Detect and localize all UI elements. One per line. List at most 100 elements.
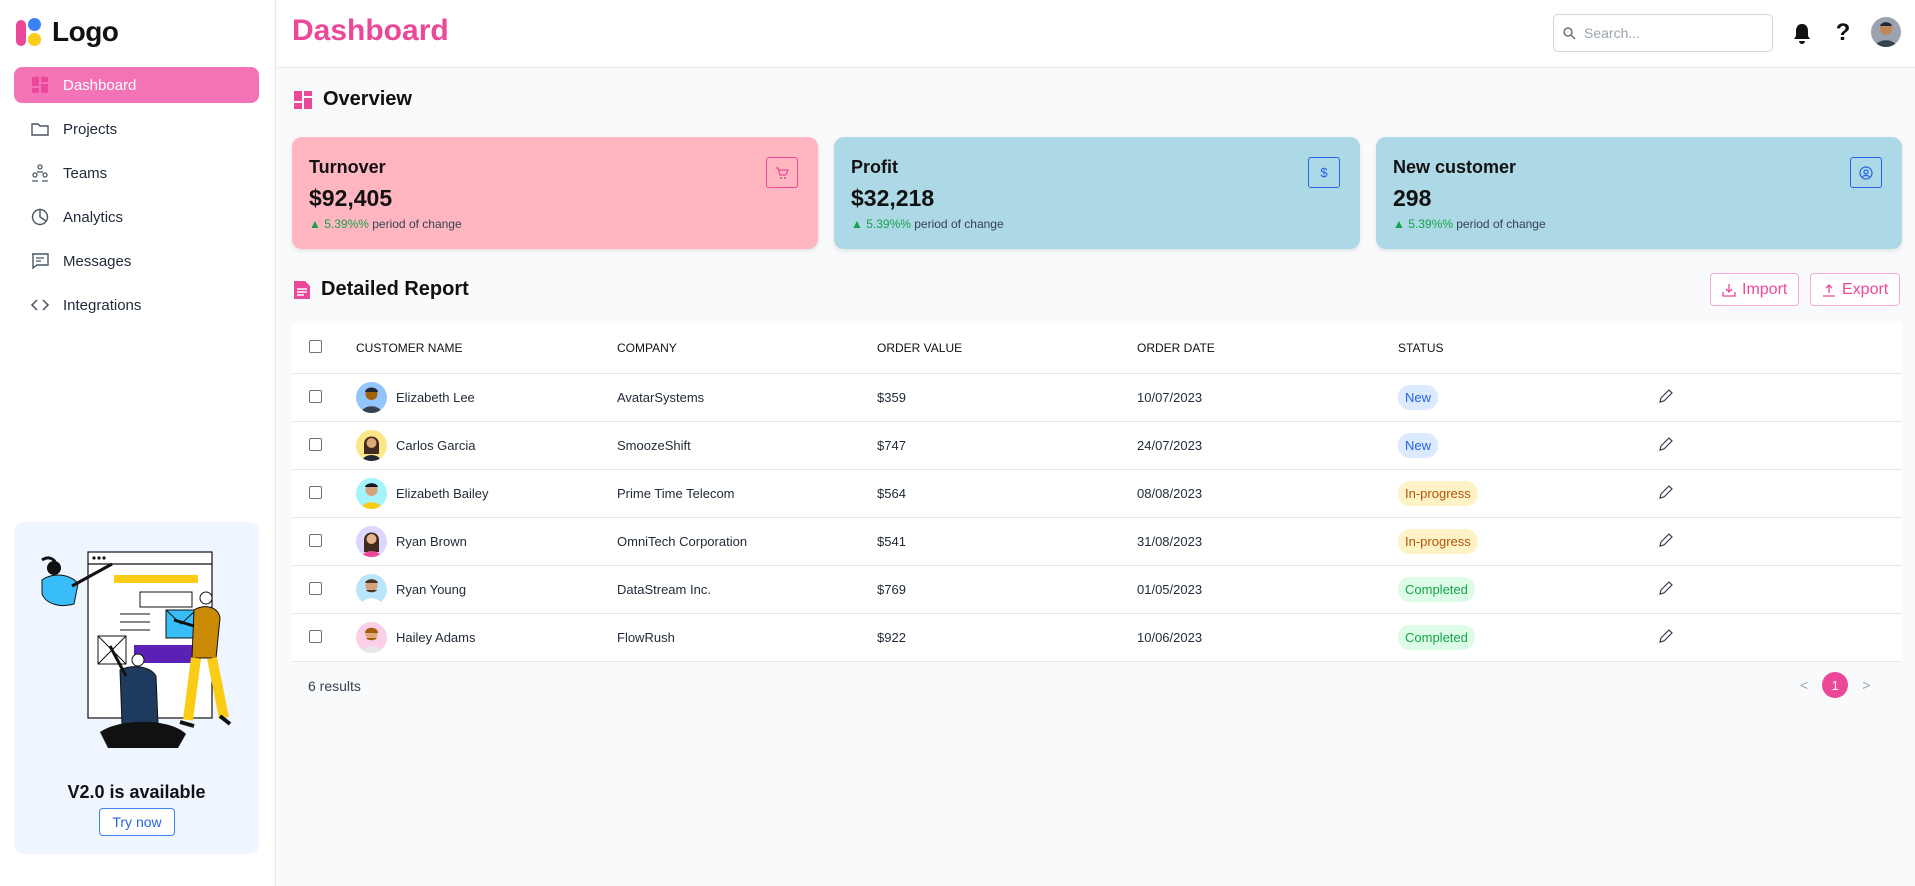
edit-button[interactable] (1658, 388, 1698, 407)
import-label: Import (1742, 280, 1788, 298)
col-status[interactable]: Status (1398, 341, 1658, 355)
import-icon (1722, 283, 1736, 297)
document-icon (294, 280, 310, 299)
search-icon (1563, 27, 1576, 40)
customer-name: Elizabeth Bailey (396, 486, 489, 501)
order-date: 24/07/2023 (1137, 438, 1203, 453)
export-button[interactable]: Export (1810, 273, 1901, 306)
export-icon (1823, 283, 1835, 297)
search-input[interactable] (1584, 25, 1764, 41)
customer-button[interactable] (1850, 157, 1882, 188)
folder-icon (30, 119, 50, 139)
row-checkbox[interactable] (309, 533, 322, 547)
col-customer-name[interactable]: Customer Name (356, 341, 617, 355)
sidebar-item-integrations[interactable]: Integrations (14, 287, 259, 323)
new-customer-card: New customer 298 ▲ 5.39%% period of chan… (1376, 137, 1902, 249)
help-icon: ? (1835, 19, 1851, 46)
next-page-button[interactable]: > (1862, 677, 1870, 693)
sidebar-item-label: Integrations (63, 296, 142, 314)
customer-name: Elizabeth Lee (396, 390, 475, 405)
report-heading: Detailed Report (293, 278, 469, 301)
table-row[interactable]: Elizabeth Bailey Prime Time Telecom $564… (292, 470, 1902, 518)
table-row[interactable]: Ryan Young DataStream Inc. $769 01/05/20… (292, 566, 1902, 614)
change-label: period of change (1456, 217, 1546, 231)
top-header: Dashboard ? (277, 0, 1915, 68)
notifications-button[interactable] (1789, 20, 1815, 46)
card-value: $92,405 (309, 185, 393, 211)
card-value: $32,218 (851, 185, 935, 211)
card-change: ▲ 5.39%% period of change (851, 217, 1004, 231)
logo[interactable]: Logo (16, 16, 119, 48)
sidebar-nav: Dashboard Projects Teams Analytics Messa… (14, 67, 259, 331)
row-checkbox[interactable] (309, 389, 322, 403)
card-title: New customer (1393, 157, 1517, 177)
dollar-icon: $ (1320, 165, 1328, 180)
help-button[interactable]: ? (1830, 19, 1856, 46)
edit-button[interactable] (1658, 436, 1698, 455)
sidebar-item-teams[interactable]: Teams (14, 155, 259, 191)
pencil-icon (1659, 628, 1673, 643)
report-table: Customer Name Company Order Value Order … (292, 323, 1902, 662)
order-value: $747 (877, 438, 906, 453)
col-order-value[interactable]: Order Value (877, 341, 1137, 355)
order-date: 10/07/2023 (1137, 390, 1203, 405)
table-row[interactable]: Carlos Garcia SmoozeShift $747 24/07/202… (292, 422, 1902, 470)
sidebar-item-projects[interactable]: Projects (14, 111, 259, 147)
sidebar-item-label: Projects (63, 120, 118, 138)
user-circle-icon (1859, 165, 1873, 180)
sidebar-item-dashboard[interactable]: Dashboard (14, 67, 259, 103)
upgrade-promo: V2.0 is available Try now (14, 522, 259, 854)
bell-icon (1794, 24, 1810, 44)
select-all-checkbox[interactable] (309, 340, 322, 353)
col-company[interactable]: Company (617, 341, 877, 355)
row-checkbox[interactable] (309, 437, 322, 451)
dashboard-icon (294, 90, 312, 109)
table-row[interactable]: Hailey Adams FlowRush $922 10/06/2023 Co… (292, 614, 1902, 662)
code-icon (30, 295, 50, 315)
row-checkbox[interactable] (309, 629, 322, 643)
sidebar-item-label: Analytics (63, 208, 124, 226)
avatar-icon (1871, 17, 1901, 47)
card-title: Turnover (309, 157, 386, 177)
cart-button[interactable] (766, 157, 798, 188)
table-row[interactable]: Elizabeth Lee AvatarSystems $359 10/07/2… (292, 374, 1902, 422)
import-button[interactable]: Import (1710, 273, 1800, 306)
order-value: $359 (877, 390, 906, 405)
dollar-button[interactable]: $ (1308, 157, 1340, 188)
edit-button[interactable] (1658, 532, 1698, 551)
try-now-button[interactable]: Try now (99, 808, 175, 836)
promo-illustration (41, 551, 232, 748)
pencil-icon (1659, 532, 1673, 547)
search-box[interactable] (1553, 14, 1773, 52)
page-1-button[interactable]: 1 (1822, 672, 1849, 698)
order-value: $564 (877, 486, 906, 501)
avatar (356, 622, 387, 653)
pencil-icon (1659, 436, 1673, 451)
row-checkbox[interactable] (309, 485, 322, 499)
prev-page-button[interactable]: < (1800, 677, 1808, 693)
customer-name: Hailey Adams (396, 630, 476, 645)
cart-icon (776, 166, 789, 179)
edit-button[interactable] (1658, 628, 1698, 647)
table-row[interactable]: Ryan Brown OmniTech Corporation $541 31/… (292, 518, 1902, 566)
sidebar-item-analytics[interactable]: Analytics (14, 199, 259, 235)
sidebar-item-messages[interactable]: Messages (14, 243, 259, 279)
change-percent: ▲ 5.39%% (851, 217, 911, 231)
overview-title: Overview (323, 88, 412, 110)
edit-button[interactable] (1658, 580, 1698, 599)
avatar (356, 526, 387, 557)
change-percent: ▲ 5.39%% (1393, 217, 1453, 231)
user-avatar[interactable] (1871, 17, 1901, 47)
teams-icon (30, 163, 50, 183)
dashboard-icon (30, 75, 50, 95)
logo-icon (16, 16, 46, 48)
results-count: 6 results (308, 678, 361, 694)
table-header-row: Customer Name Company Order Value Order … (292, 323, 1902, 374)
change-label: period of change (914, 217, 1004, 231)
sidebar-item-label: Teams (63, 164, 108, 182)
col-order-date[interactable]: Order Date (1137, 341, 1398, 355)
order-value: $769 (877, 582, 906, 597)
edit-button[interactable] (1658, 484, 1698, 503)
sidebar: Logo Dashboard Projects Teams Analytics (0, 0, 276, 886)
row-checkbox[interactable] (309, 581, 322, 595)
